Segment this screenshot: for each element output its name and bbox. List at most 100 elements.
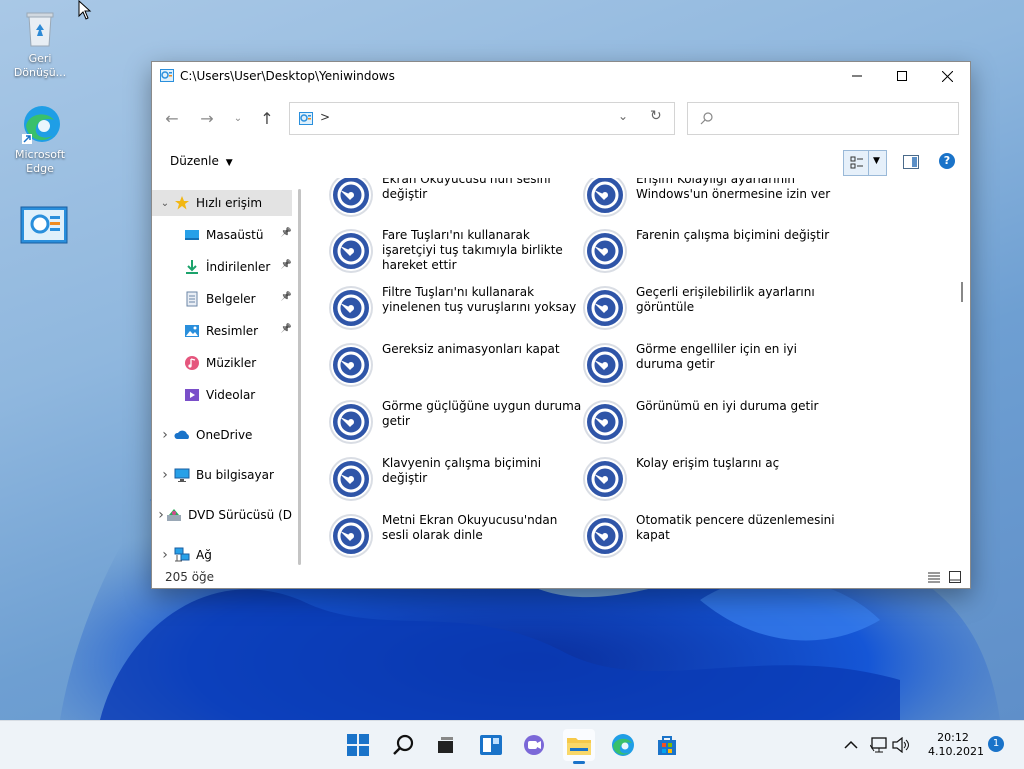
content-item[interactable]: Fare Tuşları'nı kullanarak işaretçiyi tu… [312,228,563,278]
sidebar-item-2[interactable]: İndirilenler 📌 [152,254,292,280]
details-view-icon[interactable] [928,571,940,583]
sidebar-item-8[interactable]: › Bu bilgisayar [152,462,292,488]
edge-icon [612,734,634,756]
accessibility-icon [328,399,374,445]
address-dropdown-icon[interactable]: ⌄ [618,109,628,123]
desktop-icon-edge[interactable]: Microsoft Edge [5,104,75,176]
sidebar-item-label: Müzikler [206,356,257,370]
desktop-icon-label: Microsoft Edge [14,148,66,175]
start-button[interactable] [342,729,374,761]
minimize-button[interactable] [834,62,880,90]
pictures-icon [184,323,200,339]
desktop-icon-label: Geri Dönüşü... [13,52,67,79]
sidebar-item-0[interactable]: ⌄ Hızlı erişim [152,190,292,216]
content-item-label: Klavyenin çalışma biçimini değiştir [382,456,542,485]
content-item[interactable]: Görünümü en iyi duruma getir [566,399,818,449]
clock[interactable]: 20:12 4.10.2021 [928,731,984,759]
organize-menu[interactable]: Düzenle ▼ [170,154,233,168]
sidebar-item-label: Resimler [206,324,259,338]
content-item[interactable]: Klavyenin çalışma biçimini değiştir [312,456,562,506]
chevron-right-icon[interactable]: › [156,507,166,523]
preview-pane-icon[interactable] [903,155,919,169]
store-button[interactable] [651,729,683,761]
address-bar[interactable]: > ⌄ ↻ [289,102,675,135]
view-options-caret-icon[interactable]: ▼ [873,156,880,166]
search-icon [393,734,414,755]
content-item[interactable]: Metni Ekran Okuyucusu'ndan sesli olarak … [312,513,562,563]
content-item-label: Otomatik pencere düzenlemesini kapat [636,513,835,542]
accessibility-icon [582,456,628,502]
music-icon [184,355,200,371]
sidebar-item-9[interactable]: › DVD Sürücüsü (D [152,502,292,528]
window-title: C:\Users\User\Desktop\Yeniwindows [180,69,395,83]
search-box[interactable] [687,102,959,135]
back-button[interactable]: ← [162,108,182,128]
notification-badge[interactable]: 1 [988,736,1004,752]
content-item[interactable]: Gereksiz animasyonları kapat [312,342,562,392]
navigation-pane-scrollbar[interactable] [298,189,301,565]
item-count: 205 öğe [165,570,215,584]
sidebar-item-1[interactable]: Masaüstü 📌 [152,222,292,248]
edge-taskbar-button[interactable] [607,729,639,761]
content-item[interactable]: Ekran Okuyucusu'nun sesini değiştir [312,178,562,222]
content-item-label: Farenin çalışma biçimini değiştir [636,228,830,242]
command-bar: Düzenle ▼ ▼ ? [152,148,970,176]
widgets-icon [480,735,502,755]
search-icon [700,112,713,125]
desktop-icon-control-panel[interactable] [5,206,75,250]
star-icon [174,195,190,211]
volume-button[interactable] [890,729,912,761]
pin-icon: 📌 [280,260,292,270]
desktop-icon-recycle-bin[interactable]: Geri Dönüşü... [5,8,75,80]
sidebar-item-4[interactable]: Resimler 📌 [152,318,292,344]
content-area: Ekran Okuyucusu'nun sesini değiştir Erişi… [312,178,952,566]
chat-button[interactable] [518,729,550,761]
content-item-label: Görme güçlüğüne uygun duruma getir [382,399,582,428]
content-item-label: Görünümü en iyi duruma getir [636,399,819,413]
windows-logo-icon [347,734,369,756]
maximize-button[interactable] [879,62,925,90]
sidebar-item-7[interactable]: › OneDrive [152,422,292,448]
chevron-right-icon[interactable]: › [156,547,174,563]
sidebar-item-label: Masaüstü [206,228,264,242]
sidebar-item-6[interactable]: Videolar [152,382,292,408]
sidebar-item-3[interactable]: Belgeler 📌 [152,286,292,312]
chevron-right-icon[interactable]: › [156,427,174,443]
content-item[interactable]: Otomatik pencere düzenlemesini kapat [566,513,835,563]
forward-button[interactable]: → [197,108,217,128]
search-taskbar-button[interactable] [387,729,419,761]
content-item[interactable]: Filtre Tuşları'nı kullanarak yinelenen t… [312,285,576,335]
content-item[interactable]: Farenin çalışma biçimini değiştir [566,228,829,278]
navigation-pane: ⌄ Hızlı erişim Masaüstü 📌 İndirilenler 📌 Belge… [152,182,300,566]
documents-icon [184,291,200,307]
content-item[interactable]: Geçerli erişilebilirlik ayarlarını görün… [566,285,816,335]
change-view-button[interactable]: ▼ [843,150,887,176]
file-explorer-taskbar-button[interactable] [563,729,595,764]
chevron-down-icon[interactable]: ⌄ [156,198,174,209]
content-scrollbar-thumb[interactable] [961,282,963,302]
download-icon [184,259,200,275]
title-bar[interactable]: C:\Users\User\Desktop\Yeniwindows [152,62,970,90]
network-icon [174,547,190,563]
show-hidden-icons-button[interactable] [836,729,866,761]
sidebar-item-5[interactable]: Müzikler [152,350,292,376]
accessibility-icon [328,285,374,331]
recent-locations-button[interactable]: ⌄ [228,108,248,128]
breadcrumb-separator[interactable]: > [320,110,330,124]
chevron-right-icon[interactable]: › [156,467,174,483]
network-icon [870,737,887,753]
up-button[interactable]: ↑ [257,108,277,128]
content-item[interactable]: Kolay erişim tuşlarını aç [566,456,816,506]
refresh-icon[interactable]: ↻ [650,108,662,124]
large-icons-view-icon[interactable] [949,571,961,583]
close-button[interactable] [924,62,970,90]
content-item[interactable]: Erişim Kolaylığı ayarlarının Windows'un … [566,178,830,222]
widgets-button[interactable] [475,729,507,761]
help-icon[interactable]: ? [939,153,955,169]
network-status-button[interactable] [866,729,892,761]
task-view-button[interactable] [429,729,461,761]
content-item[interactable]: Görme engelliler için en iyi duruma geti… [566,342,816,392]
content-item[interactable]: Görme güçlüğüne uygun duruma getir [312,399,581,449]
desktop-folder-icon [184,227,200,243]
sidebar-item-10[interactable]: › Ağ [152,542,292,566]
